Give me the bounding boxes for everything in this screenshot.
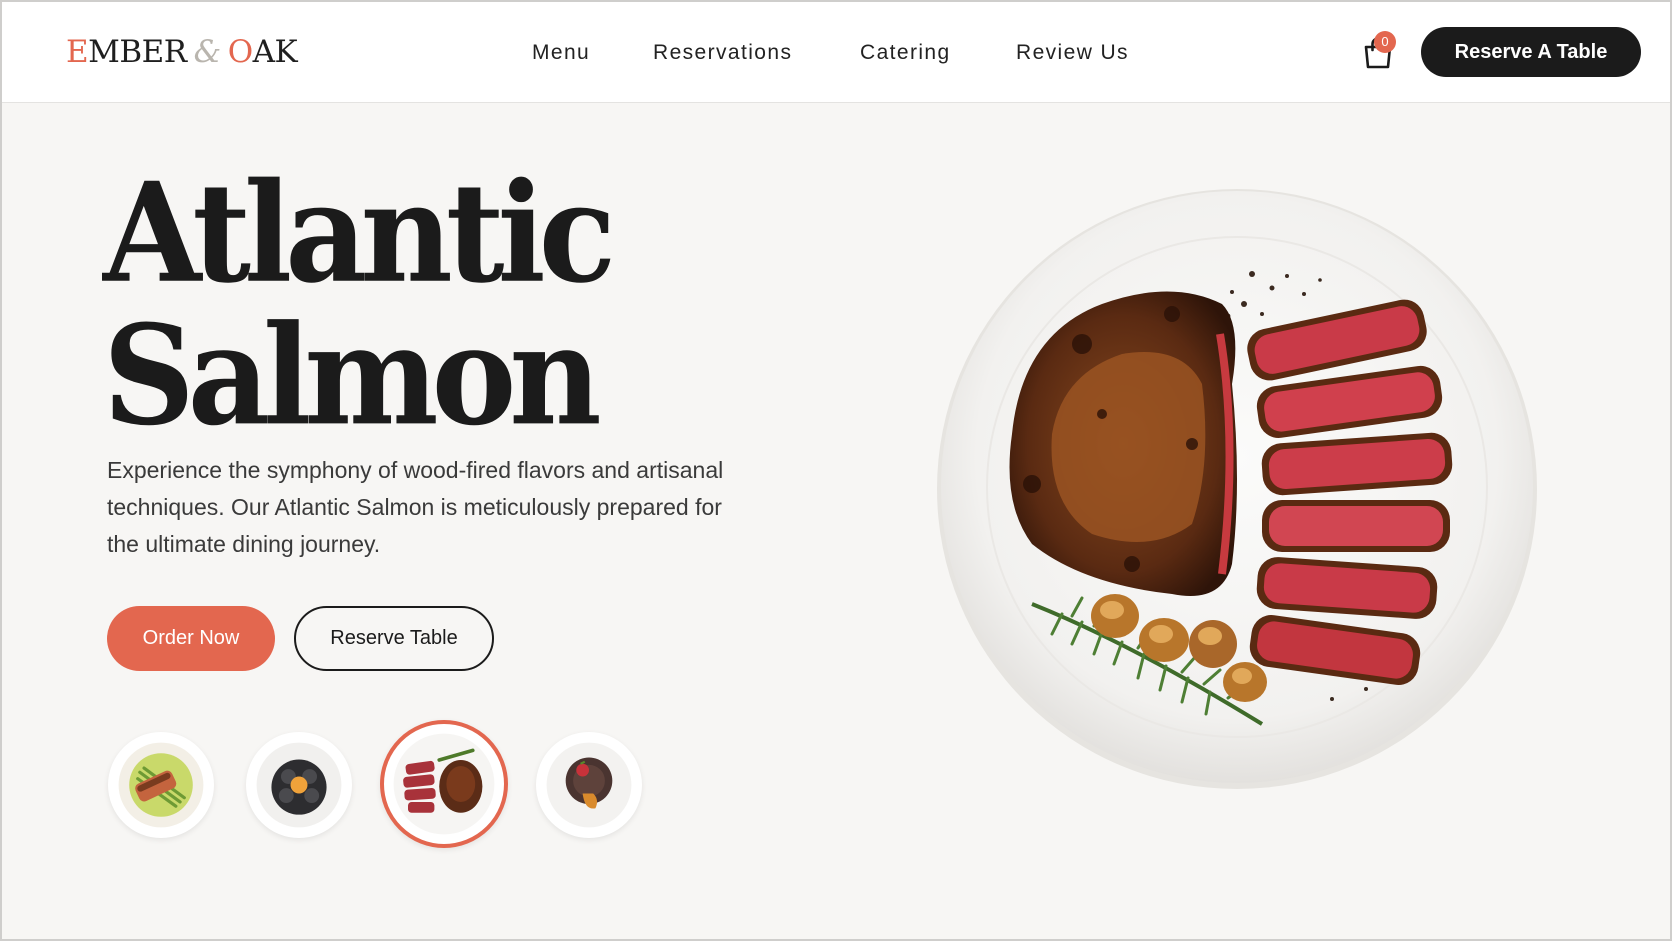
scallop-dish-icon (256, 742, 342, 828)
dish-thumb-salmon[interactable] (108, 732, 214, 838)
cart-count-badge: 0 (1374, 31, 1396, 53)
dish-thumb-dessert[interactable] (536, 732, 642, 838)
dish-thumb-scallop[interactable] (246, 732, 352, 838)
page-frame: EMBER & OAK Menu Reservations Catering Rev… (0, 0, 1672, 941)
dish-thumb-steak[interactable] (380, 720, 508, 848)
nav-item-menu[interactable]: Menu (532, 41, 590, 65)
nav-item-review-us[interactable]: Review Us (1016, 41, 1129, 65)
hero-title-line-1: Atlantic (103, 152, 616, 314)
steak-plate-illustration (937, 189, 1537, 789)
hero-title-line-2: Salmon (103, 294, 602, 456)
site-header: EMBER & OAK Menu Reservations Catering Rev… (2, 2, 1670, 103)
featured-dish-image (932, 184, 1542, 794)
reserve-a-table-button[interactable]: Reserve A Table (1421, 27, 1641, 77)
steak-dish-icon (393, 733, 495, 835)
reserve-table-button[interactable]: Reserve Table (294, 606, 494, 671)
salmon-dish-icon (118, 742, 204, 828)
hero-description: Experience the symphony of wood-fired fl… (107, 457, 724, 557)
nav-item-reservations[interactable]: Reservations (653, 41, 792, 65)
order-now-button[interactable]: Order Now (107, 606, 275, 671)
dessert-dish-icon (546, 742, 632, 828)
main-nav: Menu Reservations Catering Review Us (2, 41, 1670, 67)
hero-title: Atlantic Salmon (103, 152, 616, 456)
nav-item-catering[interactable]: Catering (860, 41, 951, 65)
